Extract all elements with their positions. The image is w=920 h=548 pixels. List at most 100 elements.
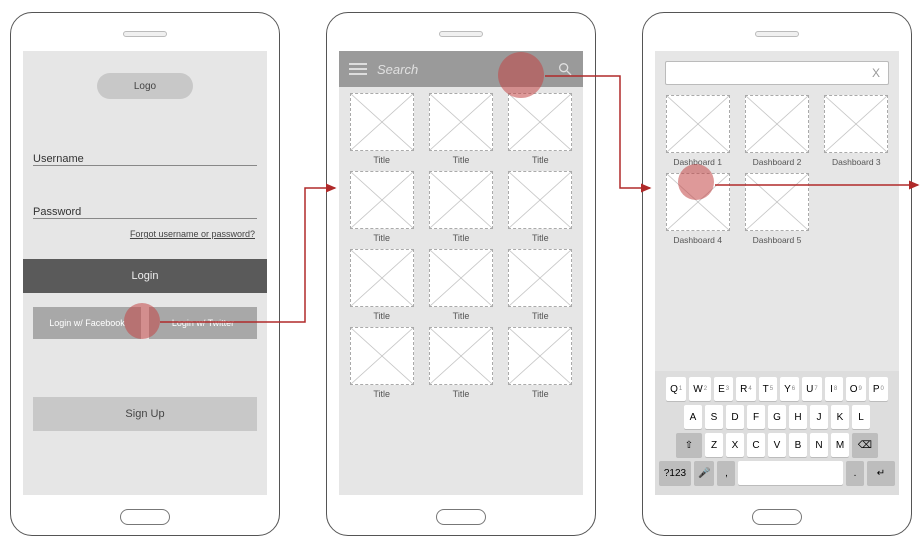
key-j[interactable]: J — [810, 405, 828, 429]
dashboard-tile[interactable]: Dashboard 5 — [745, 173, 809, 245]
key-v[interactable]: V — [768, 433, 786, 457]
key-y[interactable]: Y6 — [780, 377, 799, 401]
home-button[interactable] — [120, 509, 170, 525]
speaker — [439, 31, 483, 37]
password-field[interactable]: Password — [33, 192, 257, 219]
key-o[interactable]: O9 — [846, 377, 866, 401]
search-icon[interactable] — [557, 61, 573, 77]
dashboard-tile[interactable]: Dashboard 3 — [824, 95, 888, 167]
key-p[interactable]: P0 — [869, 377, 888, 401]
forgot-link[interactable]: Forgot username or password? — [23, 229, 255, 239]
tile-title: Title — [373, 233, 390, 243]
image-placeholder — [350, 93, 414, 151]
key-e[interactable]: E3 — [714, 377, 733, 401]
key-b[interactable]: B — [789, 433, 807, 457]
signup-button[interactable]: Sign Up — [33, 397, 257, 431]
numeric-key[interactable]: ?123 — [659, 461, 691, 485]
key-t[interactable]: T5 — [759, 377, 777, 401]
key-k[interactable]: K — [831, 405, 849, 429]
login-twitter-button[interactable]: Login w/ Twitter — [149, 307, 257, 339]
key-m[interactable]: M — [831, 433, 849, 457]
key-c[interactable]: C — [747, 433, 765, 457]
tile-title: Title — [532, 233, 549, 243]
backspace-key[interactable]: ⌫ — [852, 433, 878, 457]
tile[interactable]: Title — [347, 171, 416, 243]
tile[interactable]: Title — [426, 171, 495, 243]
tile[interactable]: Title — [506, 93, 575, 165]
enter-key[interactable]: ↵ — [867, 461, 895, 485]
key-i[interactable]: I8 — [825, 377, 843, 401]
keyboard: Q1W2E3R4T5Y6U7I8O9P0 ASDFGHJKL ⇧ZXCVBNM⌫… — [655, 371, 899, 495]
key-w[interactable]: W2 — [689, 377, 711, 401]
tile[interactable]: Title — [347, 249, 416, 321]
phone-search: Search TitleTitleTitleTitleTitleTitleTit… — [326, 12, 596, 536]
dashboard-tile[interactable]: Dashboard 2 — [745, 95, 809, 167]
menu-icon[interactable] — [349, 63, 367, 75]
tile-title: Title — [373, 155, 390, 165]
tile[interactable]: Title — [347, 93, 416, 165]
shift-key[interactable]: ⇧ — [676, 433, 702, 457]
key-z[interactable]: Z — [705, 433, 723, 457]
image-placeholder — [429, 327, 493, 385]
home-button[interactable] — [436, 509, 486, 525]
tile-title: Title — [532, 389, 549, 399]
tile[interactable]: Title — [347, 327, 416, 399]
key-g[interactable]: G — [768, 405, 786, 429]
comma-key[interactable]: , — [717, 461, 735, 485]
tile-title: Title — [373, 311, 390, 321]
space-key[interactable] — [738, 461, 843, 485]
search-bar[interactable]: X — [665, 61, 889, 85]
image-placeholder — [350, 249, 414, 307]
tile[interactable]: Title — [506, 171, 575, 243]
username-field[interactable]: Username — [33, 139, 257, 166]
tile-title: Dashboard 3 — [832, 157, 881, 167]
screen-dashboards: X Dashboard 1 Dashboard 2 Dashboard 3 Dashb… — [655, 51, 899, 495]
image-placeholder — [824, 95, 888, 153]
image-placeholder — [508, 171, 572, 229]
tile[interactable]: Title — [426, 93, 495, 165]
image-placeholder — [508, 93, 572, 151]
speaker — [123, 31, 167, 37]
period-key[interactable]: . — [846, 461, 864, 485]
mic-key[interactable]: 🎤 — [694, 461, 714, 485]
logo-placeholder: Logo — [97, 73, 193, 99]
image-placeholder — [745, 95, 809, 153]
tile[interactable]: Title — [506, 249, 575, 321]
key-h[interactable]: H — [789, 405, 807, 429]
tile-title: Dashboard 2 — [753, 157, 802, 167]
key-u[interactable]: U7 — [802, 377, 822, 401]
key-d[interactable]: D — [726, 405, 744, 429]
touch-hotspot — [498, 52, 544, 98]
image-placeholder — [666, 95, 730, 153]
tile-grid: TitleTitleTitleTitleTitleTitleTitleTitle… — [339, 87, 583, 399]
dashboard-tile[interactable]: Dashboard 1 — [666, 95, 730, 167]
image-placeholder — [508, 327, 572, 385]
top-bar: Search — [339, 51, 583, 87]
home-button[interactable] — [752, 509, 802, 525]
clear-icon[interactable]: X — [872, 66, 880, 80]
touch-hotspot — [124, 303, 160, 339]
tile-title: Dashboard 4 — [673, 235, 722, 245]
tile-title: Dashboard 5 — [753, 235, 802, 245]
tile[interactable]: Title — [506, 327, 575, 399]
image-placeholder — [429, 93, 493, 151]
tile-title: Title — [532, 155, 549, 165]
tile-title: Title — [453, 155, 470, 165]
speaker — [755, 31, 799, 37]
key-s[interactable]: S — [705, 405, 723, 429]
image-placeholder — [508, 249, 572, 307]
key-x[interactable]: X — [726, 433, 744, 457]
key-q[interactable]: Q1 — [666, 377, 686, 401]
key-r[interactable]: R4 — [736, 377, 756, 401]
tile[interactable]: Title — [426, 249, 495, 321]
tile-title: Title — [532, 311, 549, 321]
tile-title: Title — [453, 311, 470, 321]
tile[interactable]: Title — [426, 327, 495, 399]
tile-title: Title — [453, 233, 470, 243]
key-n[interactable]: N — [810, 433, 828, 457]
key-a[interactable]: A — [684, 405, 702, 429]
image-placeholder — [350, 171, 414, 229]
key-f[interactable]: F — [747, 405, 765, 429]
login-button[interactable]: Login — [23, 259, 267, 293]
key-l[interactable]: L — [852, 405, 870, 429]
